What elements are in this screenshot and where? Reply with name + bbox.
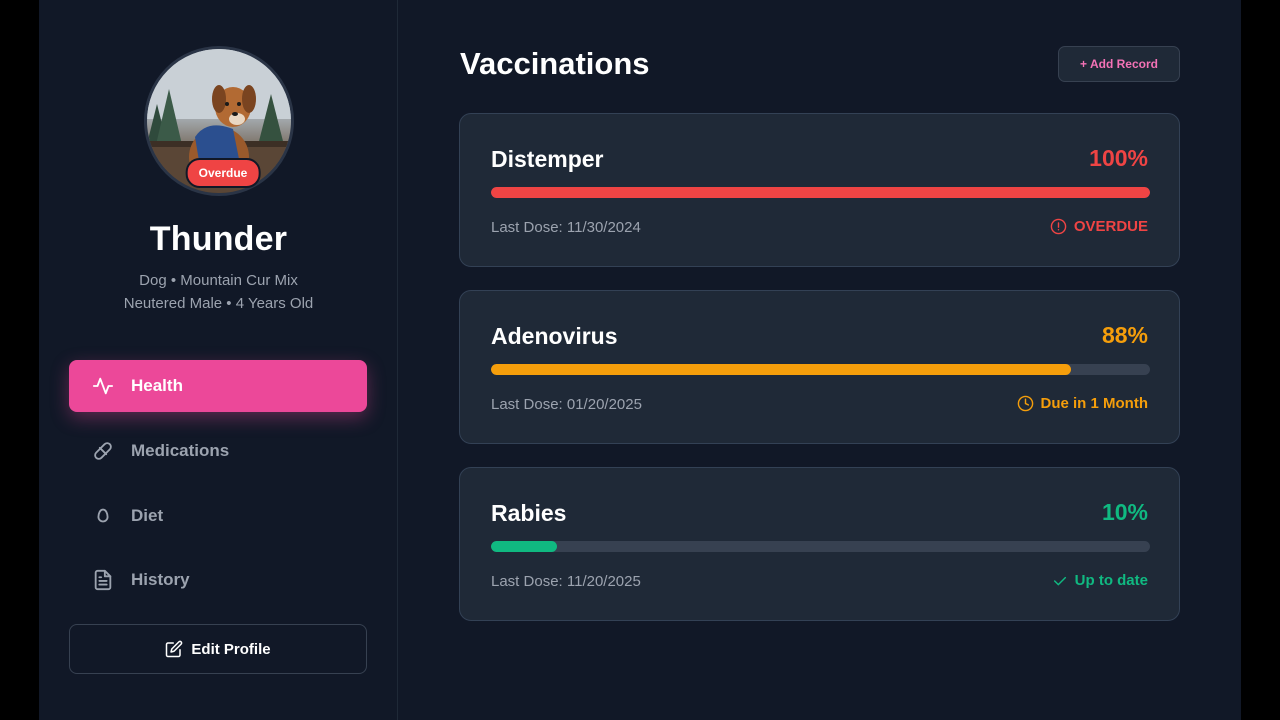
vaccine-percent: 10% [1101,499,1148,525]
nav-item-health[interactable]: Health [69,360,367,412]
vaccine-name: Adenovirus [491,323,618,349]
edit-profile-button[interactable]: Edit Profile [69,624,367,674]
progress-track [491,187,1150,198]
nav-label: History [131,570,190,589]
pet-name: Thunder [149,220,288,258]
nav-label: Diet [131,506,164,525]
progress-fill [491,187,1150,198]
nav-item-medications[interactable]: Medications [69,425,367,477]
add-record-button[interactable]: + Add Record [1058,46,1180,82]
status-label: Up to date [1074,572,1148,589]
last-dose: Last Dose: 01/20/2025 [491,396,642,413]
progress-track [491,364,1150,375]
status-label: Due in 1 Month [1040,395,1149,412]
vaccine-status: Due in 1 Month [1017,395,1149,412]
last-dose: Last Dose: 11/20/2025 [491,573,641,590]
vaccine-percent: 100% [1089,145,1148,171]
avatar-container: Overdue [144,46,294,196]
heartbeat-icon [91,374,115,398]
document-icon [91,568,115,592]
nav-label: Health [131,376,183,395]
pill-icon [91,439,115,463]
last-dose: Last Dose: 11/30/2024 [491,219,641,236]
edit-icon [165,640,183,658]
vaccination-card[interactable]: Adenovirus 88% Last Dose: 01/20/2025 Due… [459,290,1180,444]
vaccine-percent: 88% [1101,322,1148,348]
pet-species-breed: Dog • Mountain Cur Mix [139,272,298,289]
progress-track [491,541,1150,552]
vaccine-status: OVERDUE [1050,218,1148,235]
app-frame: Overdue Thunder Dog • Mountain Cur Mix N… [39,0,1241,720]
vaccination-card[interactable]: Rabies 10% Last Dose: 11/20/2025 Up to d… [459,467,1180,621]
pet-sex-age: Neutered Male • 4 Years Old [123,295,314,312]
sidebar: Overdue Thunder Dog • Mountain Cur Mix N… [39,0,398,720]
progress-fill [491,541,557,552]
vaccine-status: Up to date [1052,572,1148,589]
nav-item-history[interactable]: History [69,554,367,606]
status-label: OVERDUE [1073,218,1148,235]
overdue-badge: Overdue [185,158,261,188]
vaccination-card[interactable]: Distemper 100% Last Dose: 11/30/2024 OVE… [459,113,1180,267]
vaccine-name: Rabies [491,500,567,526]
egg-icon [91,504,115,528]
clock-icon [1017,395,1034,412]
check-icon [1052,573,1068,589]
edit-profile-label: Edit Profile [191,640,271,658]
nav-item-diet[interactable]: Diet [69,490,367,542]
vaccine-name: Distemper [491,146,604,172]
page-title: Vaccinations [460,46,650,81]
progress-fill [491,364,1071,375]
alert-circle-icon [1050,218,1067,235]
nav-label: Medications [131,441,230,460]
